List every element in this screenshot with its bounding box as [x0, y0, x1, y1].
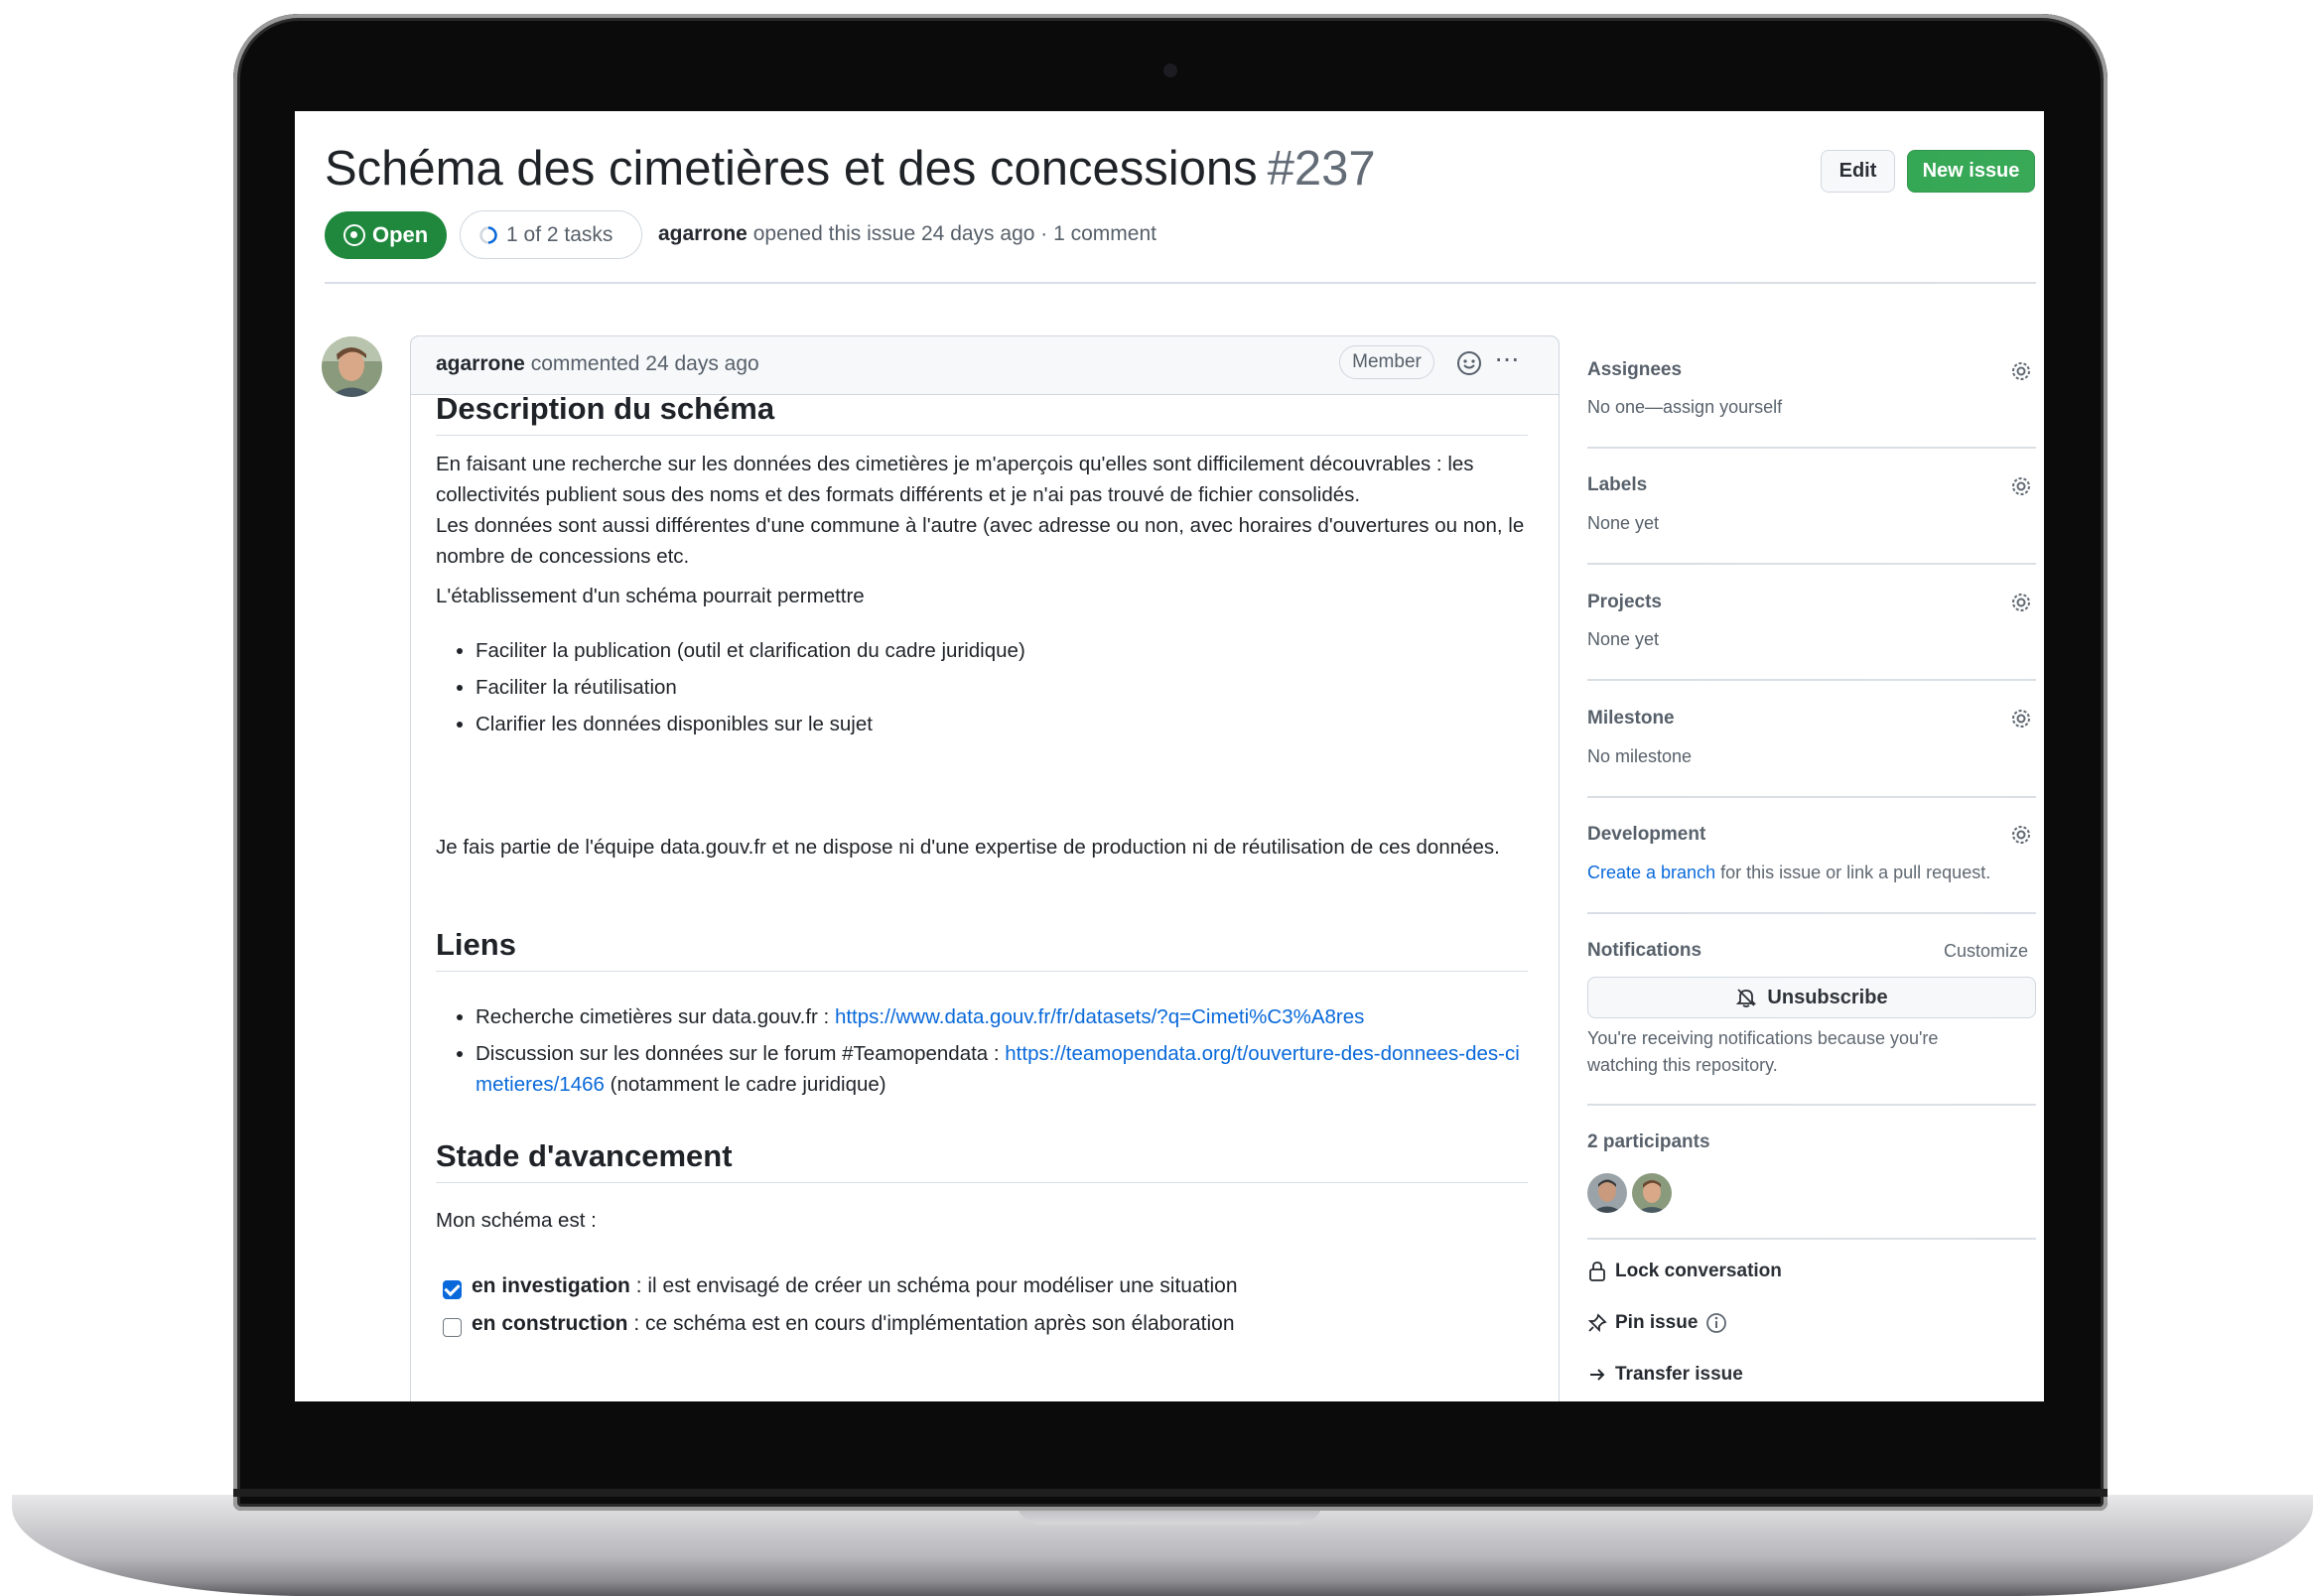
divider: [1587, 1104, 2036, 1106]
issue-title: Schéma des cimetières et des concessions…: [325, 142, 1376, 196]
labels-heading[interactable]: Labels: [1587, 474, 1647, 496]
task-checkbox-checked[interactable]: [443, 1280, 462, 1299]
divider: [1587, 796, 2036, 798]
paragraph: Les données sont aussi différentes d'une…: [436, 514, 1525, 568]
list-item: Faciliter la réutilisation: [476, 672, 1528, 703]
task-progress-pill[interactable]: 1 of 2 tasks: [460, 210, 642, 259]
list-item: Recherche cimetières sur data.gouv.fr : …: [476, 1001, 1528, 1032]
assignees-heading[interactable]: Assignees: [1587, 359, 1682, 381]
lock-icon: [1589, 1262, 1605, 1281]
notifications-heading: Notifications: [1587, 940, 1702, 961]
bullet-list: Faciliter la publication (outil et clari…: [476, 635, 1528, 745]
participants-heading: 2 participants: [1587, 1131, 1710, 1152]
task-item: en construction : ce schéma est en cours…: [472, 1312, 1235, 1335]
task-item: en investigation : il est envisagé de cr…: [472, 1274, 1238, 1297]
development-value: Create a branch for this issue or link a…: [1587, 863, 1991, 882]
issue-state-badge: Open: [325, 211, 447, 259]
info-icon[interactable]: [1705, 1312, 1727, 1334]
new-issue-button[interactable]: New issue: [1907, 150, 2035, 193]
projects-heading[interactable]: Projects: [1587, 592, 1662, 613]
divider: [1587, 679, 2036, 681]
paragraph: Mon schéma est :: [436, 1209, 597, 1232]
pin-issue-action[interactable]: Pin issue: [1587, 1312, 1727, 1334]
issue-meta: agarrone opened this issue 24 days ago ·…: [658, 222, 1156, 245]
arrow-right-icon: [1590, 1369, 1605, 1381]
list-item: Discussion sur les données sur le forum …: [476, 1038, 1528, 1100]
edit-button[interactable]: Edit: [1821, 150, 1895, 193]
labels-value: None yet: [1587, 513, 1660, 533]
heading-description: Description du schéma: [436, 391, 1528, 436]
comment-author: agarrone commented 24 days ago: [436, 352, 759, 375]
laptop-lip: [233, 1489, 2108, 1497]
assignees-value[interactable]: No one—assign yourself: [1587, 397, 1782, 418]
create-branch-link[interactable]: Create a branch: [1587, 863, 1715, 882]
member-badge: Member: [1339, 345, 1434, 379]
list-item: Clarifier les données disponibles sur le…: [476, 709, 1528, 739]
laptop-mockup: Schéma des cimetières et des concessions…: [0, 0, 2313, 1596]
development-heading[interactable]: Development: [1587, 824, 1705, 846]
heading-stage: Stade d'avancement: [436, 1138, 1528, 1183]
divider: [1587, 912, 2036, 914]
emoji-reaction-icon[interactable]: [1456, 350, 1482, 376]
dataset-link[interactable]: https://www.data.gouv.fr/fr/datasets/?q=…: [835, 1005, 1364, 1028]
paragraph: L'établissement d'un schéma pourrait per…: [436, 585, 865, 607]
screen-glare: [1685, 111, 2044, 1401]
milestone-heading[interactable]: Milestone: [1587, 708, 1675, 730]
gear-icon[interactable]: [2009, 474, 2033, 498]
notification-reason: You're receiving notifications because y…: [1587, 1028, 1939, 1048]
bell-slash-icon: [1736, 989, 1757, 1007]
divider: [1587, 1238, 2036, 1240]
screen: Schéma des cimetières et des concessions…: [295, 111, 2044, 1401]
paragraph: En faisant une recherche sur les données…: [436, 453, 1474, 506]
paragraph: Je fais partie de l'équipe data.gouv.fr …: [436, 836, 1500, 859]
task-checkbox-unchecked[interactable]: [443, 1318, 462, 1337]
webcam-icon: [1163, 64, 1177, 77]
notification-reason: watching this repository.: [1587, 1055, 1778, 1075]
gear-icon[interactable]: [2009, 707, 2033, 731]
participant-avatar[interactable]: [1587, 1173, 1627, 1213]
pin-icon: [1587, 1313, 1607, 1333]
unsubscribe-button[interactable]: Unsubscribe: [1587, 977, 2036, 1018]
avatar[interactable]: [322, 336, 382, 397]
links-list: Recherche cimetières sur data.gouv.fr : …: [476, 1001, 1528, 1106]
gear-icon[interactable]: [2009, 823, 2033, 847]
participant-avatar[interactable]: [1632, 1173, 1672, 1213]
more-options-icon[interactable]: ···: [1494, 343, 1520, 373]
divider: [1587, 447, 2036, 449]
comment-author-link[interactable]: agarrone: [436, 352, 525, 375]
milestone-value: No milestone: [1587, 746, 1693, 766]
list-item: Faciliter la publication (outil et clari…: [476, 635, 1528, 666]
issue-open-icon: [343, 224, 365, 246]
issue-number: #237: [1267, 142, 1376, 196]
heading-links: Liens: [436, 927, 1528, 972]
divider: [1587, 563, 2036, 565]
projects-value: None yet: [1587, 629, 1660, 649]
gear-icon[interactable]: [2009, 359, 2033, 383]
customize-link[interactable]: Customize: [1944, 941, 2028, 962]
gear-icon[interactable]: [2009, 591, 2033, 614]
progress-ring-icon: [479, 225, 497, 244]
issue-author-link[interactable]: agarrone: [658, 222, 748, 245]
transfer-issue-action[interactable]: Transfer issue: [1587, 1364, 1743, 1386]
lock-conversation-action[interactable]: Lock conversation: [1587, 1261, 1782, 1282]
